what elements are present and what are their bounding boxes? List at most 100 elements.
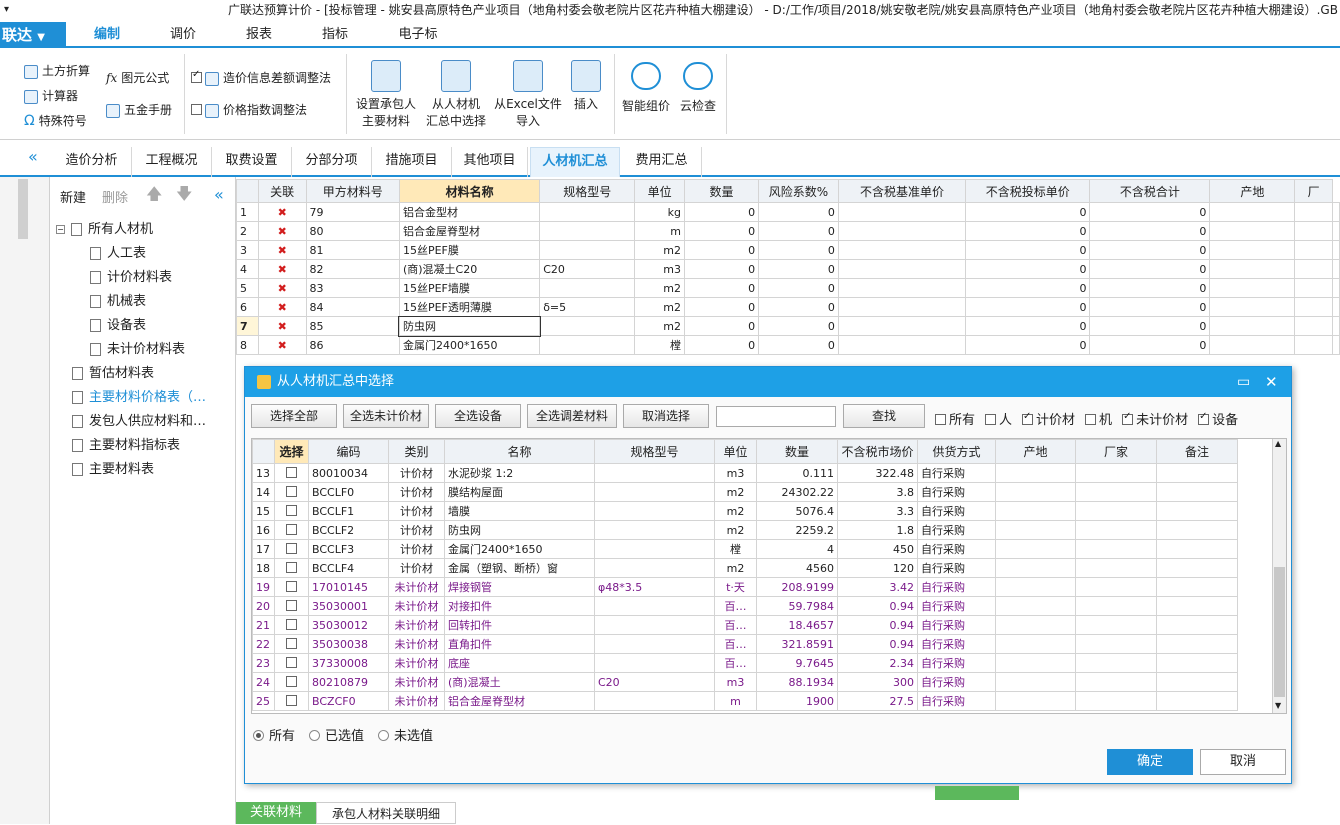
table-cell[interactable]: 0 — [1089, 202, 1211, 222]
table-cell[interactable] — [995, 520, 1076, 540]
table-cell[interactable]: 0 — [758, 335, 839, 355]
table-cell[interactable]: 0 — [758, 202, 839, 222]
filter-radio[interactable]: 所有 — [253, 729, 295, 744]
tab-material-summary[interactable]: 人材机汇总 — [530, 147, 620, 177]
arrow-up-icon[interactable]: 🡅 — [146, 183, 162, 210]
table-cell[interactable]: 自行采购 — [917, 482, 996, 502]
table-row[interactable]: 4 ✖ 82 (商)混凝土C20 C20 m3 0 0 0 0 — [236, 259, 1340, 279]
table-cell[interactable]: m2 — [714, 501, 757, 521]
search-input[interactable] — [716, 406, 836, 427]
table-cell[interactable] — [1209, 335, 1296, 355]
table-cell[interactable]: 18.4657 — [756, 615, 838, 635]
table-cell[interactable] — [837, 316, 967, 336]
table-cell[interactable] — [1075, 691, 1157, 711]
table-cell[interactable] — [1156, 577, 1238, 597]
table-cell[interactable] — [837, 221, 967, 241]
table-cell[interactable] — [1209, 278, 1296, 298]
table-cell[interactable] — [594, 558, 715, 578]
table-cell[interactable]: t·天 — [714, 577, 757, 597]
table-cell[interactable]: 120 — [837, 558, 918, 578]
search-button[interactable]: 查找 — [843, 404, 925, 428]
filter-checkbox[interactable]: 人 — [985, 413, 1012, 428]
table-cell[interactable]: 未计价材 — [388, 634, 445, 654]
table-cell[interactable] — [594, 653, 715, 673]
table-cell[interactable]: m2 — [634, 316, 685, 336]
tree-item-equipment[interactable]: 设备表 — [90, 314, 146, 333]
table-cell[interactable]: 焊接钢管 — [444, 577, 595, 597]
table-cell[interactable] — [1156, 615, 1238, 635]
table-cell[interactable]: 自行采购 — [917, 577, 996, 597]
tree-item-machinery[interactable]: 机械表 — [90, 290, 146, 309]
table-cell[interactable] — [1294, 240, 1333, 260]
filter-checkbox[interactable]: 所有 — [935, 413, 975, 428]
table-cell[interactable] — [1209, 202, 1296, 222]
scrollbar-thumb[interactable] — [18, 179, 28, 239]
table-cell[interactable] — [837, 202, 967, 222]
table-cell[interactable]: 0.111 — [756, 463, 838, 483]
table-cell[interactable] — [1075, 558, 1157, 578]
filter-radio[interactable]: 已选值 — [309, 729, 364, 744]
select-checkbox[interactable] — [274, 501, 309, 521]
table-cell[interactable]: 金属（塑钢、断桥）窗 — [444, 558, 595, 578]
table-cell[interactable]: 0.94 — [837, 596, 918, 616]
tab-fee-summary[interactable]: 费用汇总 — [622, 147, 702, 177]
table-cell[interactable]: 0 — [758, 297, 839, 317]
column-header[interactable]: 材料名称 — [398, 179, 541, 203]
table-cell[interactable]: 300 — [837, 672, 918, 692]
table-cell[interactable]: 未计价材 — [388, 672, 445, 692]
table-cell[interactable]: 79 — [305, 202, 400, 222]
table-cell[interactable]: 0 — [683, 278, 760, 298]
column-header[interactable]: 供货方式 — [917, 439, 996, 464]
table-cell[interactable]: 86 — [305, 335, 400, 355]
table-cell[interactable]: 0 — [965, 259, 1091, 279]
table-cell[interactable] — [995, 577, 1076, 597]
table-cell[interactable] — [1156, 634, 1238, 654]
table-cell[interactable]: 59.7984 — [756, 596, 838, 616]
table-cell[interactable]: 计价材 — [388, 482, 445, 502]
table-cell[interactable]: 未计价材 — [388, 691, 445, 711]
select-equipment-button[interactable]: 全选设备 — [435, 404, 521, 428]
table-cell[interactable] — [1075, 520, 1157, 540]
table-row[interactable]: 16 BCCLF2 计价材 防虫网 m2 2259.2 1.8 自行采购 — [252, 520, 1238, 540]
table-cell[interactable]: m2 — [634, 240, 685, 260]
table-cell[interactable] — [539, 316, 636, 336]
table-cell[interactable]: 3.8 — [837, 482, 918, 502]
new-button[interactable]: 新建 — [60, 187, 86, 206]
table-cell[interactable]: 0 — [758, 240, 839, 260]
table-cell[interactable] — [1294, 335, 1333, 355]
filter-checkbox[interactable]: 机 — [1085, 413, 1112, 428]
table-cell[interactable]: 35030001 — [308, 596, 389, 616]
delete-link-icon[interactable]: ✖ — [257, 316, 307, 336]
table-row[interactable]: 24 80210879 未计价材 (商)混凝土 C20 m3 88.1934 300 自行采购 — [252, 672, 1238, 692]
table-cell[interactable]: 自行采购 — [917, 691, 996, 711]
table-cell[interactable]: 0 — [1089, 221, 1211, 241]
column-header[interactable]: 产地 — [995, 439, 1076, 464]
table-cell[interactable] — [1156, 672, 1238, 692]
table-cell[interactable]: 17010145 — [308, 577, 389, 597]
table-cell[interactable] — [1156, 501, 1238, 521]
table-cell[interactable]: 自行采购 — [917, 520, 996, 540]
table-cell[interactable] — [1209, 297, 1296, 317]
splitter-handle[interactable] — [935, 786, 1019, 800]
table-cell[interactable] — [837, 278, 967, 298]
table-cell[interactable] — [1075, 501, 1157, 521]
filter-radio[interactable]: 未选值 — [378, 729, 433, 744]
delete-link-icon[interactable]: ✖ — [257, 278, 307, 298]
table-row[interactable]: 19 17010145 未计价材 焊接钢管 φ48*3.5 t·天 208.9199 3.42… — [252, 577, 1238, 597]
table-cell[interactable] — [837, 335, 967, 355]
table-cell[interactable]: 百… — [714, 653, 757, 673]
column-header[interactable]: 厂家 — [1075, 439, 1157, 464]
select-all-button[interactable]: 选择全部 — [251, 404, 337, 428]
insert-button[interactable]: 插入 — [566, 60, 606, 113]
table-cell[interactable]: δ=5 — [539, 297, 636, 317]
table-cell[interactable] — [995, 558, 1076, 578]
table-cell[interactable]: 35030012 — [308, 615, 389, 635]
table-cell[interactable]: 4560 — [756, 558, 838, 578]
table-cell[interactable] — [1075, 596, 1157, 616]
table-cell[interactable] — [1075, 482, 1157, 502]
table-cell[interactable]: 0 — [1089, 297, 1211, 317]
table-cell[interactable] — [1156, 482, 1238, 502]
column-header[interactable]: 不含税基准单价 — [837, 179, 967, 203]
table-cell[interactable] — [539, 335, 636, 355]
table-row[interactable]: 1 ✖ 79 铝合金型材 kg 0 0 0 0 — [236, 202, 1340, 222]
